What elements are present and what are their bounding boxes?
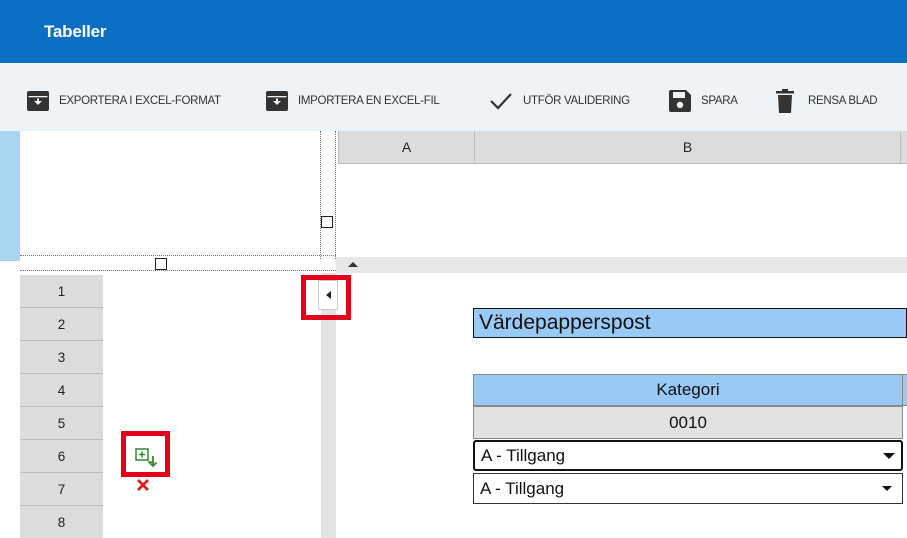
clear-sheet-label: RENSA BLAD xyxy=(808,95,878,107)
import-excel-label: IMPORTERA EN EXCEL-FIL xyxy=(298,95,440,107)
floppy-disk-icon xyxy=(669,90,691,112)
row-header[interactable]: 7 xyxy=(20,473,103,506)
dropdown-value: A - Tillgang xyxy=(481,445,566,465)
page-title: Tabeller xyxy=(44,22,107,41)
row-header[interactable]: 1 xyxy=(20,275,103,308)
row-header[interactable]: 2 xyxy=(20,308,103,341)
row-header[interactable]: 6 xyxy=(20,440,103,473)
download-box-icon xyxy=(27,91,49,111)
category-header-cell[interactable]: Kategori xyxy=(473,374,903,406)
caret-up-icon[interactable] xyxy=(348,262,358,267)
column-group-handle[interactable] xyxy=(321,216,333,228)
category-dropdown[interactable]: A - Tillgang xyxy=(473,473,903,504)
export-excel-label: EXPORTERA I EXCEL-FORMAT xyxy=(59,95,221,107)
column-group-bracket xyxy=(320,131,336,259)
column-header-a[interactable]: A xyxy=(338,131,475,164)
delete-row-icon[interactable] xyxy=(136,478,150,492)
row-header[interactable]: 8 xyxy=(20,506,103,538)
dropdown-value: A - Tillgang xyxy=(480,478,565,498)
trash-icon xyxy=(776,89,794,113)
highlight-box-collapse xyxy=(301,275,351,320)
save-label: SPARA xyxy=(701,95,738,107)
row-headers: 1 2 3 4 5 6 7 8 xyxy=(20,275,103,538)
horizontal-split-bar[interactable] xyxy=(336,257,907,273)
category-header-cell-next[interactable] xyxy=(903,374,907,406)
caret-down-icon xyxy=(882,486,892,491)
highlight-box-add-row xyxy=(121,431,170,477)
row-group-handle[interactable] xyxy=(155,258,167,270)
row-group-bracket xyxy=(20,255,336,271)
app-window: Tabeller EXPORTERA I EXCEL-FORMAT IMPORT… xyxy=(0,0,907,538)
category-dropdown[interactable]: A - Tillgang xyxy=(473,440,903,471)
row-header[interactable]: 5 xyxy=(20,407,103,440)
section-heading-cell[interactable]: Värdepapperspost xyxy=(473,308,907,338)
clear-sheet-button[interactable]: RENSA BLAD xyxy=(776,89,878,113)
import-excel-button[interactable]: IMPORTERA EN EXCEL-FIL xyxy=(266,90,440,112)
download-box-icon xyxy=(266,91,288,111)
validate-button[interactable]: UTFÖR VALIDERING xyxy=(489,90,630,112)
row-header[interactable]: 3 xyxy=(20,341,103,374)
row-header[interactable]: 4 xyxy=(20,374,103,407)
title-bar: Tabeller xyxy=(0,0,907,63)
save-button[interactable]: SPARA xyxy=(669,90,738,112)
checkmark-icon xyxy=(489,91,513,111)
validate-label: UTFÖR VALIDERING xyxy=(523,95,630,107)
column-header-c[interactable] xyxy=(901,131,907,164)
column-header-b[interactable]: B xyxy=(475,131,901,164)
toolbar: EXPORTERA I EXCEL-FORMAT IMPORTERA EN EX… xyxy=(0,63,907,131)
selection-indicator-bar xyxy=(0,131,20,261)
spreadsheet-area: A B 1 2 3 4 5 6 7 8 Värdepapperspost Kat… xyxy=(0,131,907,538)
category-value-cell[interactable]: 0010 xyxy=(473,406,903,439)
export-excel-button[interactable]: EXPORTERA I EXCEL-FORMAT xyxy=(27,90,221,112)
caret-down-icon xyxy=(883,453,895,459)
